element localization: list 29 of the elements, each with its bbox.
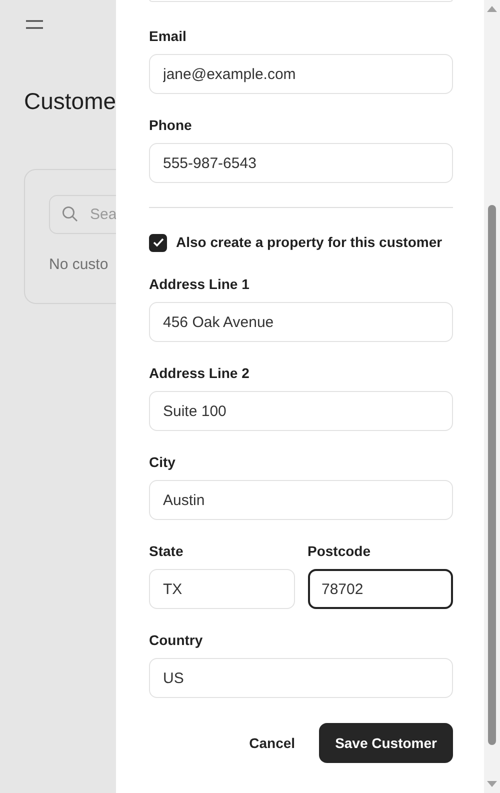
scroll-up-icon[interactable] [487, 6, 497, 12]
field-label: Email [149, 27, 188, 45]
input-field[interactable]: 456 Oak Avenue [149, 302, 453, 342]
empty-message: No custo [49, 255, 110, 275]
input-field[interactable]: Suite 100 [149, 391, 453, 431]
field-label: Address Line 2 [149, 364, 250, 382]
field-label: State [149, 542, 184, 560]
field-label: Phone [149, 116, 193, 134]
checkbox[interactable] [149, 234, 167, 252]
input-field[interactable]: Austin [149, 480, 453, 520]
search-icon [62, 206, 78, 222]
scroll-down-icon[interactable] [487, 781, 497, 787]
scrollbar[interactable] [484, 0, 500, 793]
checkbox-label: Also create a property for this customer [176, 233, 442, 252]
field-label: City [149, 453, 176, 471]
field-label: Country [149, 631, 204, 649]
input-field[interactable]: 555-987-6543 [149, 143, 453, 183]
save-button[interactable]: Save Customer [319, 723, 453, 763]
field-label: Address Line 1 [149, 275, 250, 293]
page-title: Custome [24, 87, 116, 115]
input-field[interactable]: TX [149, 569, 294, 609]
input-field[interactable]: US [149, 658, 453, 698]
input-field[interactable]: jane@example.com [149, 54, 453, 94]
menu-icon[interactable] [26, 20, 43, 29]
input-field[interactable]: 78702 [308, 569, 453, 609]
cancel-button[interactable]: Cancel [249, 732, 296, 754]
check-icon [152, 238, 164, 247]
field-label: Postcode [308, 542, 372, 560]
scrollbar-thumb[interactable] [488, 205, 496, 745]
